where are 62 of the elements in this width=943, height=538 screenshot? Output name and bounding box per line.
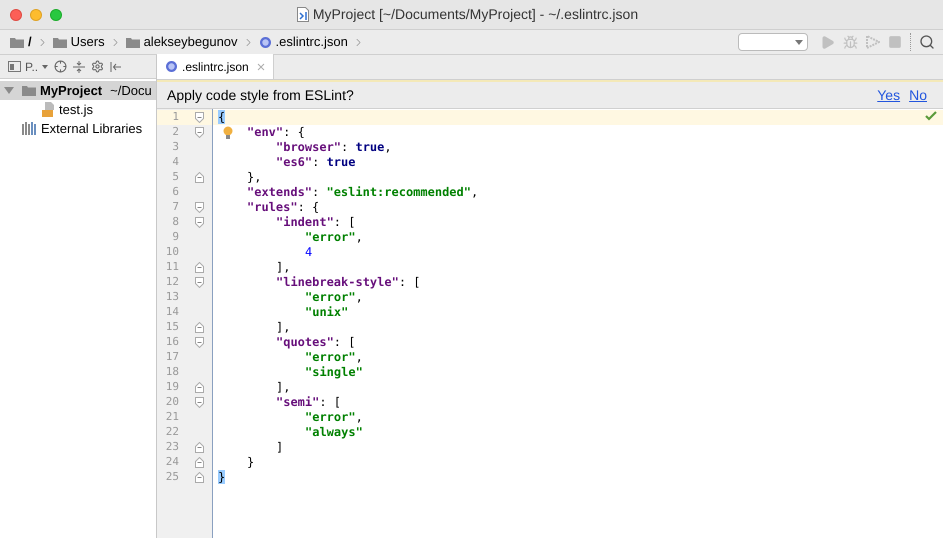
editor-tab[interactable]: .eslintrc.json [157,54,274,79]
code-line: "unix" [305,305,348,320]
line-number: 17 [164,349,179,366]
line-number: 7 [171,199,179,216]
tree-item-label[interactable]: External Libraries [41,118,142,138]
line-number: 8 [171,214,179,230]
line-number: 9 [171,229,179,246]
breadcrumb[interactable]: alekseybegunov [144,32,238,52]
line-number: 22 [164,424,179,440]
line-number: 24 [164,454,179,470]
code-line: "error", [305,230,363,245]
notification-link[interactable]: Yes [877,84,900,106]
window-title: MyProject [~/Documents/MyProject] - ~/.eslintrc.json [312,5,638,24]
line-number: 6 [171,184,179,200]
line-number: 23 [164,439,179,456]
tree-item-label[interactable]: test.js [59,100,93,120]
line-number: 15 [164,319,179,336]
view-selector[interactable]: P.. [8,58,48,76]
line-number: 1 [171,109,179,126]
code-line: }, [247,170,262,185]
breadcrumb[interactable]: / [28,32,32,52]
code-line: "semi": [ [276,395,342,410]
code-line: "quotes": [ [276,335,356,350]
tree-item-path: ~/Docu [110,82,152,100]
code-line: "error", [305,290,363,305]
breadcrumb[interactable]: Users [70,32,105,52]
code-line: } [247,455,254,470]
code-line: ] [276,440,284,455]
line-number: 5 [171,169,179,186]
notification-message: Apply code style from ESLint? [167,86,354,105]
code-line: ], [276,380,290,395]
code-line: "error", [305,410,363,425]
code-line: "linebreak-style": [ [276,275,421,290]
line-number: 4 [171,154,179,170]
code-line: "es6": true [276,155,356,170]
code-line: "env": { [247,125,305,140]
notification-link[interactable]: No [909,84,927,106]
breadcrumb[interactable]: .eslintrc.json [276,32,348,52]
line-number: 12 [164,274,179,290]
line-number: 3 [171,139,179,156]
tree-item-label[interactable]: MyProject [40,80,102,100]
code-line: "always" [305,425,363,440]
line-number: 20 [164,394,179,410]
line-number: 25 [164,469,179,486]
code-line: "rules": { [247,200,320,215]
line-number: 21 [164,409,179,426]
code-line: 4 [305,245,312,260]
code-line: "single" [305,365,363,380]
line-number: 13 [164,289,179,306]
line-number: 16 [164,334,179,350]
line-number: 14 [164,304,179,320]
code-line: "browser": true, [276,140,392,155]
code-line: ], [276,320,290,335]
code-line: "indent": [ [276,215,356,230]
code-line: "extends": "eslint:recommended", [247,185,478,200]
line-number: 10 [164,244,179,260]
line-number: 19 [164,379,179,396]
line-number: 2 [171,124,179,140]
code-line: ], [276,260,290,275]
line-number: 18 [164,364,179,380]
line-number: 11 [164,259,179,276]
code-line: "error", [305,350,363,365]
